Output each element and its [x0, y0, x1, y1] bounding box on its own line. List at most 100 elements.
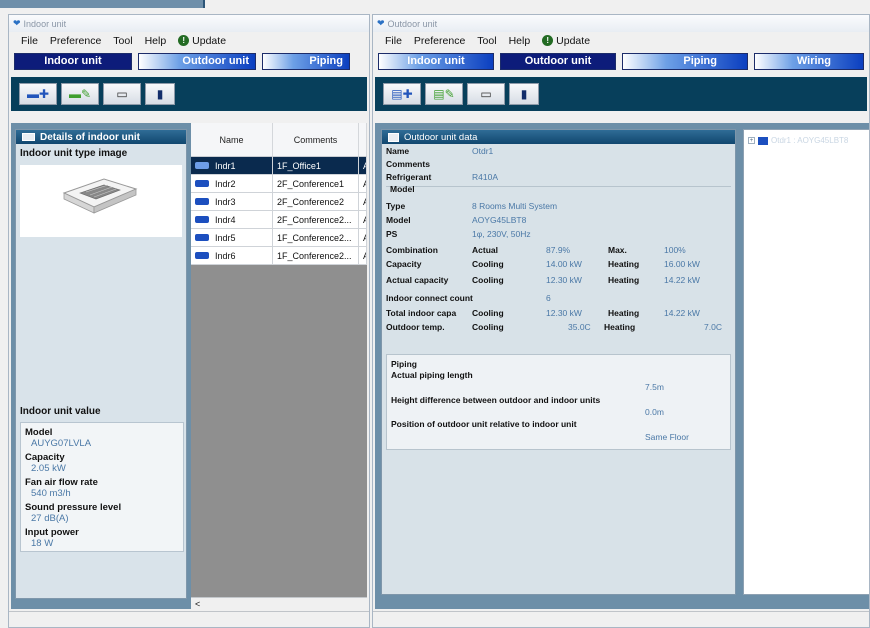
model-label: Model	[386, 215, 411, 225]
airflow-label: Fan air flow rate	[25, 477, 98, 488]
capacity-cooling-value: 14.00 kW	[546, 259, 582, 269]
outdoor-body: Outdoor unit data Name Otdr1 Comments Ref…	[375, 123, 869, 609]
table-row[interactable]: Indr3 2F_Conference2 Al	[191, 193, 367, 211]
tab-outdoor-unit[interactable]: Outdoor unit	[500, 52, 616, 70]
column-name[interactable]: Name	[191, 123, 273, 156]
comments-label: Comments	[386, 159, 430, 169]
indoor-body: Details of indoor unit Indoor unit type …	[11, 123, 367, 609]
edit-pencil-icon: ▤✎	[433, 87, 455, 101]
tab-outdoor-unit[interactable]: Outdoor unit	[138, 52, 256, 70]
table-row[interactable]: Indr4 2F_Conference2... Al	[191, 211, 367, 229]
actual-label: Actual	[472, 245, 498, 255]
capacity-value: 2.05 kW	[31, 463, 66, 474]
piping-length-value: 7.5m	[645, 382, 664, 392]
outdoor-unit-window: ❤ Outdoor unit File Preference Tool Help…	[372, 14, 870, 628]
outdoor-temp-cooling-value: 35.0C	[568, 322, 591, 332]
edit-unit-button[interactable]: ▬✎	[61, 83, 99, 105]
model-label: Model	[25, 427, 53, 438]
total-indoor-cooling-value: 12.30 kW	[546, 308, 582, 318]
menu-file[interactable]: File	[379, 35, 408, 47]
toolbar: ▬✚ ▬✎ ▭ ▮	[11, 77, 367, 111]
app-icon: ❤	[377, 18, 385, 28]
menu-tool[interactable]: Tool	[107, 35, 138, 47]
details-header: Details of indoor unit	[16, 130, 186, 144]
table-row[interactable]: Indr6 1F_Conference2... Al	[191, 247, 367, 265]
actual-capacity-cooling-value: 12.30 kW	[546, 275, 582, 285]
heating-label: Heating	[608, 259, 640, 269]
menu-file[interactable]: File	[15, 35, 44, 47]
max-label: Max.	[608, 245, 627, 255]
tab-wiring[interactable]: Wiring	[754, 52, 864, 70]
heating-label: Heating	[608, 275, 640, 285]
tab-piping[interactable]: Piping	[622, 52, 748, 70]
row-name-text: Indr1	[215, 160, 236, 171]
menu-update[interactable]: ! Update	[172, 35, 232, 47]
indoor-titlebar[interactable]: ❤ Indoor unit	[9, 15, 369, 32]
status-bar	[9, 611, 369, 627]
row-comment: 1F_Conference2...	[273, 229, 359, 246]
row-extra: Al	[359, 211, 367, 228]
row-name-text: Indr6	[215, 250, 236, 261]
row-name-text: Indr3	[215, 196, 236, 207]
unit-values-box: Model AUYG07LVLA Capacity 2.05 kW Fan ai…	[20, 422, 184, 552]
name-value: Otdr1	[472, 146, 494, 156]
outdoor-temp-heating-value: 7.0C	[704, 322, 722, 332]
row-name: Indr5	[191, 229, 273, 246]
expand-icon[interactable]: +	[748, 137, 755, 144]
tab-indoor-unit[interactable]: Indoor unit	[14, 52, 132, 70]
cooling-label: Cooling	[472, 322, 504, 332]
model-value: AUYG07LVLA	[31, 438, 92, 449]
row-name-text: Indr4	[215, 214, 236, 225]
type-image-label: Indoor unit type image	[20, 148, 128, 159]
trash-icon: ▮	[156, 87, 164, 101]
tab-piping[interactable]: Piping	[262, 52, 350, 70]
background-window-strip	[0, 0, 870, 9]
piping-section-label: Piping	[391, 359, 417, 369]
indoor-unit-table: Name Comments Indr1 1F_Office1 Al Indr2 …	[191, 123, 367, 609]
menu-preference[interactable]: Preference	[44, 35, 107, 47]
column-comments[interactable]: Comments	[273, 123, 359, 156]
indoor-details-panel: Details of indoor unit Indoor unit type …	[15, 129, 187, 599]
total-indoor-label: Total indoor capa	[386, 308, 457, 318]
indoor-unit-icon	[195, 198, 209, 205]
row-extra: Al	[359, 193, 367, 210]
row-name: Indr6	[191, 247, 273, 264]
row-extra: Al	[359, 247, 367, 264]
table-row[interactable]: Indr2 2F_Conference1 Al	[191, 175, 367, 193]
outdoor-unit-icon	[388, 132, 399, 142]
outdoor-titlebar[interactable]: ❤ Outdoor unit	[373, 15, 869, 32]
row-name: Indr4	[191, 211, 273, 228]
add-unit-button[interactable]: ▬✚	[19, 83, 57, 105]
menu-preference[interactable]: Preference	[408, 35, 471, 47]
horizontal-scrollbar[interactable]: <	[191, 597, 367, 609]
menu-help[interactable]: Help	[503, 35, 537, 47]
delete-button[interactable]: ▮	[509, 83, 539, 105]
row-comment: 1F_Conference2...	[273, 247, 359, 264]
ps-value: 1φ, 230V, 50Hz	[472, 229, 531, 239]
tree-item-outdoor[interactable]: + Otdr1 : AOYG45LBT8	[748, 136, 848, 145]
table-row[interactable]: Indr1 1F_Office1 Al	[191, 157, 367, 175]
copy-outdoor-button[interactable]: ▭	[467, 83, 505, 105]
table-row[interactable]: Indr5 1F_Conference2... Al	[191, 229, 367, 247]
scroll-left-arrow[interactable]: <	[195, 599, 200, 609]
copy-unit-button[interactable]: ▭	[103, 83, 141, 105]
edit-outdoor-button[interactable]: ▤✎	[425, 83, 463, 105]
menu-update[interactable]: ! Update	[536, 35, 596, 47]
type-value: 8 Rooms Multi System	[472, 201, 558, 211]
menu-help[interactable]: Help	[139, 35, 173, 47]
menubar: File Preference Tool Help ! Update	[373, 32, 869, 49]
delete-button[interactable]: ▮	[145, 83, 175, 105]
menu-tool[interactable]: Tool	[471, 35, 502, 47]
indoor-unit-window: ❤ Indoor unit File Preference Tool Help …	[8, 14, 370, 628]
column-extra[interactable]	[359, 123, 367, 156]
piping-section: Piping Actual piping length 7.5m Height …	[386, 354, 731, 450]
tree-item-label: Otdr1 : AOYG45LBT8	[771, 136, 849, 145]
add-outdoor-button[interactable]: ▤✚	[383, 83, 421, 105]
indoor-unit-icon	[22, 133, 35, 141]
outdoor-data-panel: Outdoor unit data Name Otdr1 Comments Ref…	[381, 129, 736, 595]
capacity-label: Capacity	[25, 452, 65, 463]
tab-indoor-unit[interactable]: Indoor unit	[378, 52, 494, 70]
position-label: Position of outdoor unit relative to ind…	[391, 419, 577, 429]
capacity-label: Capacity	[386, 259, 422, 269]
combination-max-value: 100%	[664, 245, 686, 255]
